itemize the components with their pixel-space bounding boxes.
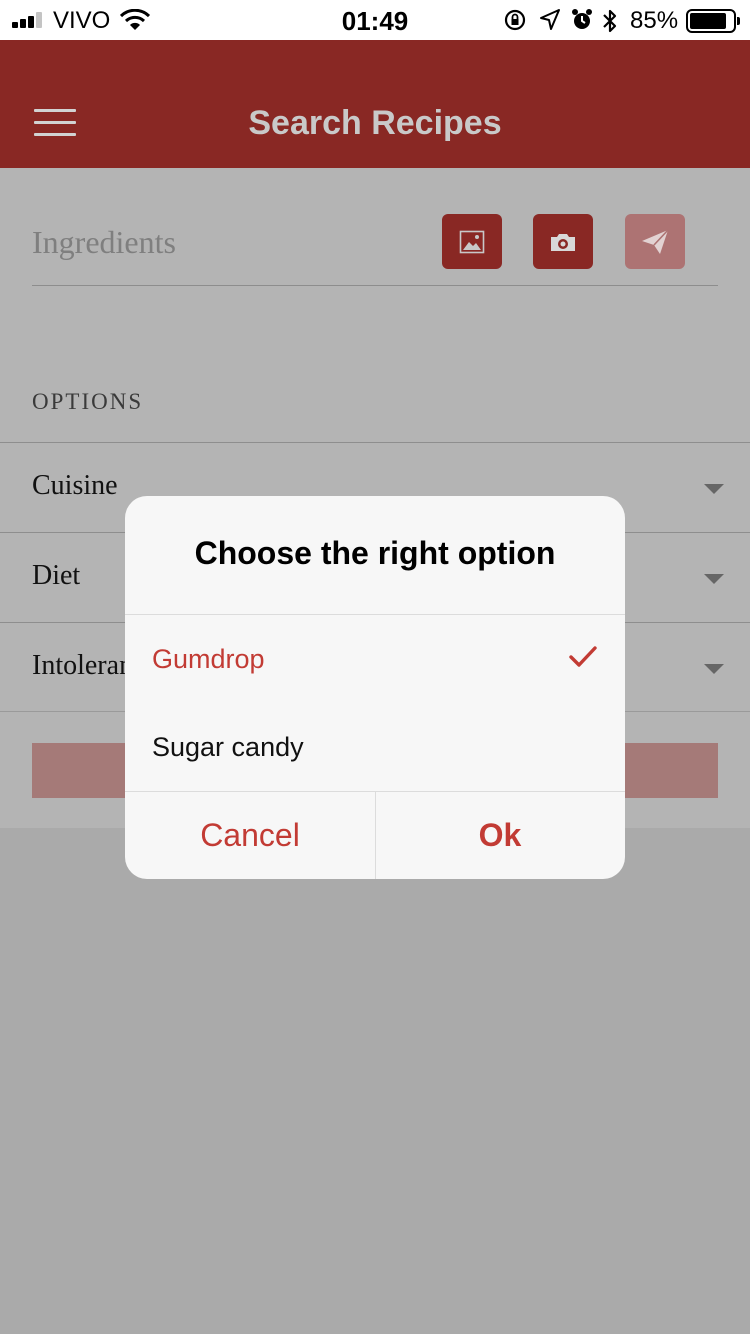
gallery-button[interactable]	[442, 214, 502, 269]
option-gumdrop[interactable]: Gumdrop	[125, 615, 625, 703]
alarm-icon	[572, 9, 592, 29]
location-icon	[540, 9, 560, 30]
image-icon	[459, 230, 485, 253]
battery-icon	[686, 9, 740, 33]
rotation-lock-icon	[504, 9, 526, 31]
intolerances-label: Intoleran	[32, 650, 134, 681]
bluetooth-icon	[603, 9, 617, 33]
cuisine-label: Cuisine	[32, 470, 118, 501]
chevron-down-icon	[704, 484, 724, 494]
chevron-down-icon	[704, 574, 724, 584]
checkmark-icon	[569, 646, 597, 667]
send-button[interactable]	[625, 214, 685, 269]
camera-icon	[551, 233, 575, 251]
nav-bar: Search Recipes	[0, 40, 750, 168]
page-title: Search Recipes	[248, 104, 502, 142]
camera-button[interactable]	[533, 214, 593, 269]
battery-percent: 85%	[630, 7, 679, 34]
options-heading: OPTIONS	[32, 389, 144, 414]
ok-button[interactable]: Ok	[375, 792, 625, 879]
paper-plane-icon	[642, 228, 669, 254]
chevron-down-icon	[704, 664, 724, 674]
diet-label: Diet	[32, 560, 81, 591]
ingredients-underline	[32, 285, 718, 286]
option-label: Gumdrop	[152, 644, 265, 674]
option-picker-dialog: Choose the right option Gumdrop Sugar ca…	[125, 496, 625, 879]
cancel-button[interactable]: Cancel	[125, 792, 375, 879]
ingredients-input[interactable]: Ingredients	[32, 224, 176, 261]
dialog-title: Choose the right option	[194, 535, 556, 571]
option-sugar-candy[interactable]: Sugar candy	[125, 703, 625, 791]
option-label: Sugar candy	[152, 732, 304, 762]
status-bar: VIVO 01:49 85%	[0, 0, 750, 40]
